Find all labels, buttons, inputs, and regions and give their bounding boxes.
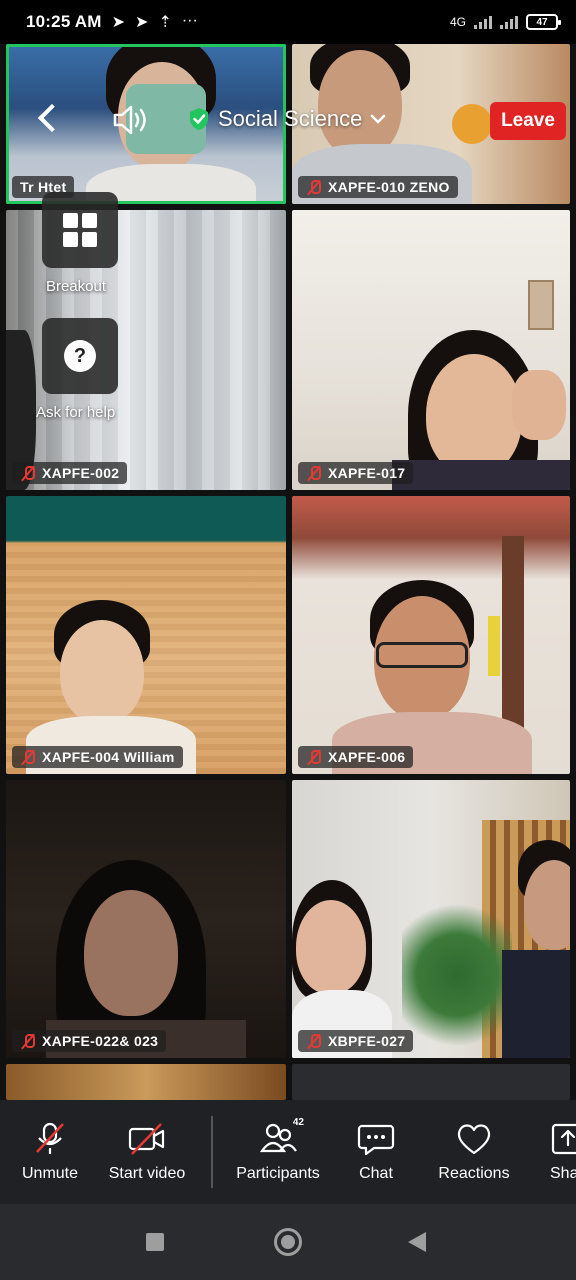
share-button[interactable]: Sha	[550, 1100, 576, 1204]
mic-off-icon	[36, 1122, 64, 1154]
participant-name-tag: XBPFE-027	[298, 1030, 414, 1052]
participant-tile-partial[interactable]	[6, 1064, 286, 1100]
participant-name-tag: XAPFE-002	[12, 462, 128, 484]
participant-name: XAPFE-002	[42, 465, 120, 481]
mic-off-icon	[306, 1033, 322, 1049]
speaker-glyph	[113, 105, 146, 135]
battery-icon: 47	[526, 14, 561, 30]
signal-icon-2	[500, 15, 518, 29]
network-type: 4G	[449, 15, 466, 29]
telegram-icon-2: ➤	[135, 14, 149, 31]
video-off-icon	[128, 1123, 165, 1155]
participant-tile[interactable]: XAPFE-004 William	[6, 496, 286, 774]
chat-button[interactable]: Chat	[352, 1100, 400, 1204]
participant-name: XBPFE-027	[328, 1033, 406, 1049]
mic-off-icon	[20, 1033, 36, 1049]
participant-name: XAPFE-010 ZENO	[328, 179, 450, 195]
start-video-label: Start video	[108, 1165, 186, 1182]
mic-off-icon	[20, 465, 36, 481]
meeting-toolbar: Unmute Start video 42 Participants Chat …	[0, 1100, 576, 1204]
meeting-title-button[interactable]: Social Science	[188, 106, 386, 132]
participant-name: XAPFE-017	[328, 465, 406, 481]
breakout-button[interactable]	[42, 192, 118, 268]
status-time: 10:25 AM	[26, 12, 102, 31]
participant-tile-partial[interactable]	[292, 1064, 570, 1100]
question-icon: ?	[64, 340, 96, 372]
android-nav-bar	[0, 1204, 576, 1280]
shield-check-icon	[190, 108, 208, 130]
participant-tile[interactable]: XAPFE-022& 023	[6, 780, 286, 1058]
recent-apps-icon[interactable]	[146, 1233, 164, 1251]
mic-off-icon	[306, 749, 322, 765]
participants-label: Participants	[236, 1165, 320, 1182]
reactions-button[interactable]: Reactions	[438, 1100, 510, 1204]
participant-name-tag: XAPFE-010 ZENO	[298, 176, 458, 198]
meeting-title: Social Science	[218, 106, 363, 131]
mic-off-icon	[306, 179, 322, 195]
start-video-button[interactable]: Start video	[104, 1100, 190, 1204]
participant-name: XAPFE-022& 023	[42, 1033, 159, 1049]
share-icon	[551, 1123, 576, 1155]
speaker-icon[interactable]	[112, 102, 152, 138]
mic-off-icon	[20, 749, 36, 765]
participant-name: XAPFE-006	[328, 749, 406, 765]
participant-name-tag: XAPFE-022& 023	[12, 1030, 167, 1052]
status-bar: 10:25 AM ➤ ➤ ⇡ ··· 4G 47	[0, 0, 576, 44]
participant-tile[interactable]: XBPFE-027	[292, 780, 570, 1058]
unmute-button[interactable]: Unmute	[18, 1100, 82, 1204]
grid-icon	[63, 213, 97, 247]
participant-name-tag: XAPFE-004 William	[12, 746, 183, 768]
telegram-icon: ➤	[111, 14, 126, 31]
nav-back-icon[interactable]	[408, 1232, 426, 1252]
notification-icons: ➤ ➤ ⇡ ···	[112, 12, 198, 32]
back-icon[interactable]	[30, 102, 66, 138]
home-icon[interactable]	[274, 1228, 302, 1256]
chevron-down-icon	[371, 114, 386, 124]
mic-off-icon	[306, 465, 322, 481]
houseplant	[402, 890, 512, 1058]
participant-name-tag: XAPFE-006	[298, 746, 414, 768]
unmute-label: Unmute	[21, 1165, 79, 1182]
reactions-label: Reactions	[438, 1165, 510, 1182]
meeting-header: Social Science Leave	[0, 88, 576, 154]
chat-icon	[357, 1124, 395, 1156]
participants-count: 42	[292, 1117, 304, 1128]
breakout-label: Breakout	[46, 278, 107, 295]
toolbar-divider	[211, 1116, 213, 1188]
more-notifications-icon: ···	[181, 12, 198, 29]
share-label: Sha	[550, 1165, 576, 1182]
battery-level: 47	[536, 16, 548, 28]
participant-name-tag: XAPFE-017	[298, 462, 414, 484]
signal-icon	[474, 15, 492, 29]
participant-tile[interactable]: XAPFE-006	[292, 496, 570, 774]
glasses	[376, 642, 468, 668]
ask-for-help-label: Ask for help	[36, 404, 116, 421]
wall-calendar	[528, 280, 554, 330]
participant-tile[interactable]: XAPFE-017	[292, 210, 570, 490]
leave-button[interactable]: Leave	[490, 102, 566, 140]
ask-for-help-button[interactable]: ?	[42, 318, 118, 394]
participant-name: XAPFE-004 William	[42, 749, 175, 765]
upload-icon: ⇡	[158, 14, 172, 31]
participants-icon-wrap: 42	[258, 1117, 304, 1157]
heart-icon	[457, 1124, 491, 1155]
participants-button[interactable]: 42 Participants	[236, 1100, 320, 1204]
chat-label: Chat	[359, 1165, 393, 1182]
